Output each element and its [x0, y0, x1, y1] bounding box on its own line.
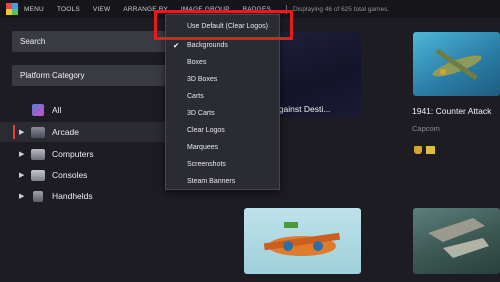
airplane-artwork [263, 222, 341, 256]
expand-caret-icon[interactable]: ▶ [19, 192, 24, 200]
tree-item-arcade[interactable]: ▶ Arcade [0, 122, 190, 142]
app-logo-icon[interactable] [6, 3, 18, 15]
tree-item-label: Handhelds [52, 191, 93, 201]
trophy-icon [414, 146, 422, 154]
tree-item-label: All [52, 105, 62, 115]
option-screenshots[interactable]: Screenshots [166, 156, 279, 173]
option-label: 3D Carts [187, 110, 215, 117]
game-publisher: Capcom [412, 124, 440, 133]
option-boxes[interactable]: Boxes [166, 54, 279, 71]
handheld-icon [33, 190, 43, 202]
tree-item-computers[interactable]: ▶ Computers [0, 144, 190, 164]
option-3d-boxes[interactable]: 3D Boxes [166, 71, 279, 88]
airplane-artwork [428, 218, 489, 258]
computer-icon [31, 148, 45, 160]
game-cover-1942[interactable] [244, 208, 361, 274]
option-label: 3D Boxes [187, 76, 218, 83]
option-label: Marquees [187, 144, 219, 151]
option-label: Boxes [187, 59, 207, 66]
menu-view[interactable]: VIEW [93, 6, 110, 13]
tree-item-label: Consoles [52, 170, 88, 180]
tree-item-label: Computers [52, 149, 94, 159]
option-carts[interactable]: Carts [166, 88, 279, 105]
tree-item-label: Arcade [52, 127, 79, 137]
all-platforms-icon [32, 104, 44, 116]
flag-icon [426, 146, 435, 154]
game-title[interactable]: 1941: Counter Attack [412, 106, 491, 116]
selection-indicator [13, 125, 15, 139]
option-label: Backgrounds [187, 42, 228, 49]
option-label: Clear Logos [187, 127, 225, 134]
menu-menu[interactable]: MENU [24, 6, 44, 13]
checkmark-icon: ✔ [173, 41, 180, 50]
airplane-artwork [432, 48, 482, 81]
tree-item-handhelds[interactable]: ▶ Handhelds [0, 186, 190, 206]
option-marquees[interactable]: Marquees [166, 139, 279, 156]
expand-caret-icon[interactable]: ▶ [19, 171, 24, 179]
game-cover-1941-counter-attack[interactable] [413, 32, 500, 96]
tree-item-consoles[interactable]: ▶ Consoles [0, 165, 190, 185]
tree-item-all[interactable]: All [0, 100, 190, 120]
console-icon [31, 169, 45, 181]
option-steam-banners[interactable]: Steam Banners [166, 173, 279, 190]
arcade-icon [31, 126, 45, 138]
games-count-status: Displaying 46 of 625 total games. [293, 5, 390, 13]
expand-caret-icon[interactable]: ▶ [19, 128, 24, 136]
option-label: Screenshots [187, 161, 226, 168]
expand-caret-icon[interactable]: ▶ [19, 150, 24, 158]
highlight-annotation [154, 10, 293, 40]
search-label: Search [20, 37, 46, 46]
game-cover-1943[interactable] [413, 208, 500, 274]
menu-tools[interactable]: TOOLS [57, 6, 80, 13]
option-label: Steam Banners [187, 178, 236, 185]
image-group-dropdown: Use Default (Clear Logos) ✔ Backgrounds … [165, 14, 280, 190]
filter-label: Platform Category [20, 71, 85, 80]
option-label: Carts [187, 93, 204, 100]
platform-category-filter[interactable]: Platform Category [12, 65, 190, 86]
option-clear-logos[interactable]: Clear Logos [166, 122, 279, 139]
option-3d-carts[interactable]: 3D Carts [166, 105, 279, 122]
